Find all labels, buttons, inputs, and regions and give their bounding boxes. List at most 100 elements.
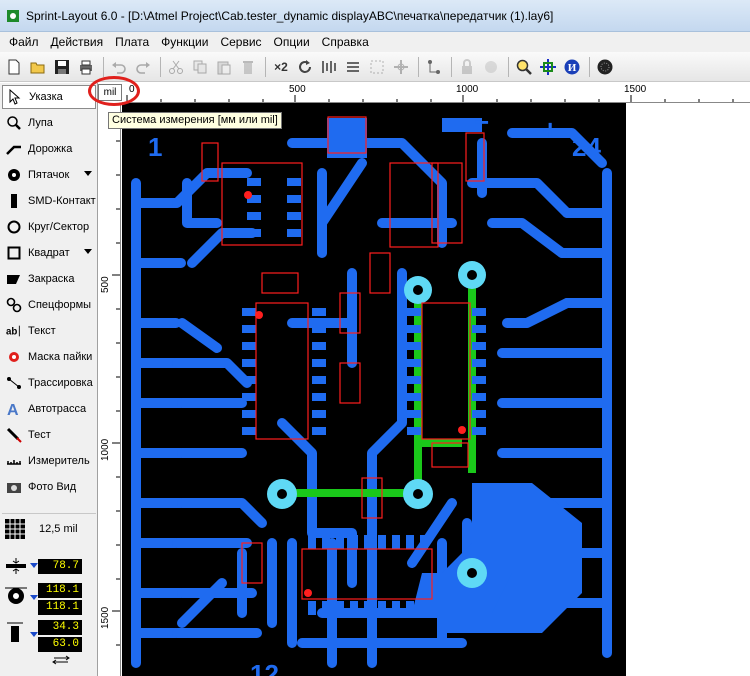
copy-button[interactable] (189, 56, 211, 78)
measure-icon (6, 453, 22, 469)
ungroup-icon (394, 59, 408, 74)
track-icon (6, 141, 22, 157)
print-button[interactable] (75, 56, 97, 78)
paste-button[interactable] (213, 56, 235, 78)
magnifier-icon (6, 115, 22, 131)
swap-icon[interactable] (52, 655, 70, 665)
smd-width-field[interactable]: 34.3 (38, 620, 82, 635)
mirror-button[interactable]: ×2 (270, 56, 292, 78)
ruler-left: 500 1000 1500 (99, 103, 121, 676)
text-icon: ab (6, 323, 22, 339)
protect-button[interactable] (480, 56, 502, 78)
ruler-label: 1500 (100, 606, 111, 629)
distribute-button[interactable] (342, 56, 364, 78)
undo-button[interactable] (108, 56, 130, 78)
tool-label: Текст (28, 325, 56, 337)
align-button[interactable] (318, 56, 340, 78)
tool-special-shapes[interactable]: Спецформы (2, 293, 96, 317)
open-button[interactable] (27, 56, 49, 78)
square-icon (6, 245, 22, 261)
ungroup-button[interactable] (390, 56, 412, 78)
pad-inner-field[interactable]: 118.1 (38, 600, 82, 615)
grid-selector[interactable]: 12,5 mil (2, 513, 96, 543)
tool-track[interactable]: Дорожка (2, 137, 96, 161)
unit-tooltip: Система измерения [мм или mil] (108, 112, 282, 129)
ruler-top-ticks (126, 95, 734, 102)
solder-mask-icon (6, 349, 22, 365)
toolbar-separator (451, 56, 452, 77)
pcb-drawing[interactable]: 1 24 + − 12 (122, 103, 626, 676)
ruler-label: 500 (289, 84, 306, 95)
menu-board[interactable]: Плата (109, 35, 155, 49)
chevron-down-icon[interactable] (84, 171, 92, 176)
title-bar: Sprint-Layout 6.0 - [D:\Atmel Project\Ca… (0, 0, 750, 32)
toolbar-separator (160, 56, 161, 77)
tool-autoroute[interactable]: A Автотрасса (2, 397, 96, 421)
tool-text[interactable]: ab Текст (2, 319, 96, 343)
smd-size-icon (7, 622, 23, 642)
menu-functions[interactable]: Функции (155, 35, 214, 49)
save-button[interactable] (51, 56, 73, 78)
crosshair-button[interactable] (537, 56, 559, 78)
lock-icon (462, 58, 472, 74)
tool-pointer[interactable]: Указка (2, 85, 96, 109)
tool-circle[interactable]: Круг/Сектор (2, 215, 96, 239)
tool-label: Маска пайки (28, 351, 93, 363)
smd-height-field[interactable]: 63.0 (38, 637, 82, 652)
svg-text:И: И (568, 62, 577, 74)
menu-options[interactable]: Опции (268, 35, 316, 49)
tool-measure[interactable]: Измеритель (2, 449, 96, 473)
new-button[interactable] (3, 56, 25, 78)
component-button[interactable] (594, 56, 616, 78)
delete-button[interactable] (237, 56, 259, 78)
cut-button[interactable] (165, 56, 187, 78)
ruler-label: 1500 (624, 84, 647, 95)
tool-label: Трассировка (28, 377, 93, 389)
group-icon (370, 60, 384, 73)
toolbar-separator (265, 56, 266, 77)
app-icon (7, 9, 19, 22)
tool-smd[interactable]: SMD-Контакт (2, 189, 96, 213)
menu-file[interactable]: Файл (3, 35, 45, 49)
tool-label: Автотрасса (28, 403, 87, 415)
menu-service[interactable]: Сервис (214, 35, 267, 49)
tool-label: Квадрат (28, 247, 70, 259)
lock-button[interactable] (456, 56, 478, 78)
smd-icon (6, 193, 22, 209)
chevron-down-icon[interactable] (30, 563, 38, 568)
pad-outer-field[interactable]: 118.1 (38, 583, 82, 598)
group-button[interactable] (366, 56, 388, 78)
chevron-down-icon[interactable] (84, 249, 92, 254)
save-icon (55, 59, 69, 74)
rotate-button[interactable] (294, 56, 316, 78)
tool-routing[interactable]: Трассировка (2, 371, 96, 395)
rotate-icon (299, 59, 311, 73)
toolbar-separator (418, 56, 419, 77)
tool-pad[interactable]: Пятачок (2, 163, 96, 187)
info-button[interactable]: И (561, 56, 583, 78)
tool-magnifier[interactable]: Лупа (2, 111, 96, 135)
connect-button[interactable] (423, 56, 445, 78)
delete-icon (243, 60, 253, 74)
toolbar-separator (589, 56, 590, 77)
tool-fill[interactable]: Закраска (2, 267, 96, 291)
track-width-field[interactable]: 78.7 (38, 559, 82, 574)
ruler-label: 1000 (100, 438, 111, 461)
tool-label: Измеритель (28, 455, 90, 467)
pcb-label-plus: + (542, 114, 558, 145)
canvas-blank-area[interactable] (626, 103, 750, 676)
tool-photo[interactable]: Фото Вид (2, 475, 96, 499)
zoom-button[interactable] (513, 56, 535, 78)
tool-test[interactable]: Тест (2, 423, 96, 447)
mirror-label: ×2 (274, 59, 288, 74)
chevron-down-icon[interactable] (30, 632, 38, 637)
redo-button[interactable] (132, 56, 154, 78)
tool-solder-mask[interactable]: Маска пайки (2, 345, 96, 369)
routing-icon (6, 375, 22, 391)
pcb-canvas[interactable]: 1 24 + − 12 (122, 103, 626, 676)
menu-actions[interactable]: Действия (45, 35, 110, 49)
menu-help[interactable]: Справка (316, 35, 375, 49)
chevron-down-icon[interactable] (30, 595, 38, 600)
tool-label: Лупа (28, 117, 53, 129)
tool-square[interactable]: Квадрат (2, 241, 96, 265)
